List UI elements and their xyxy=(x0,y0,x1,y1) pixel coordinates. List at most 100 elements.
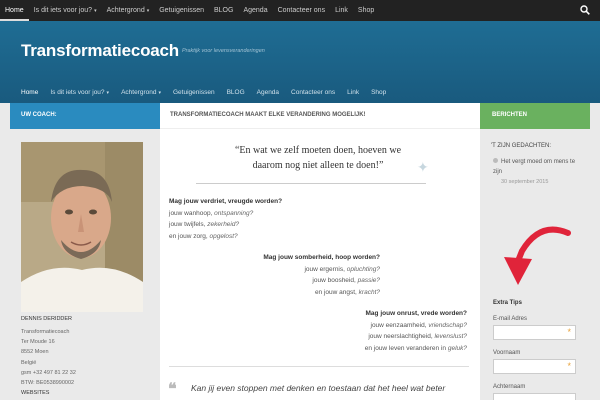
topnav-contacteer-ons[interactable]: Contacteer ons xyxy=(273,0,330,21)
verse-text: jouw twijfels, xyxy=(169,221,208,229)
mainnav-label: Achtergrond xyxy=(121,88,157,96)
verse-line: jouw neerslachtigheid, levenslust? xyxy=(310,331,467,343)
verse-emphasis: ontspanning? xyxy=(214,209,254,217)
mainnav-blog[interactable]: BLOG xyxy=(221,89,251,96)
verse-line: en jouw zorg, opgelost? xyxy=(169,231,282,243)
email-label: E-mail Adres xyxy=(493,316,528,322)
bottom-quote: Kan jij even stoppen met denken en toest… xyxy=(191,383,446,393)
verse-block-2: Mag jouw somberheid, hoop worden? jouw e… xyxy=(255,252,380,298)
required-asterisk-icon: * xyxy=(567,361,571,371)
required-asterisk-icon: * xyxy=(567,327,571,337)
extra-tips-heading: Extra Tips xyxy=(493,300,522,306)
intro-quote: “En wat we zelf moeten doen, hoeven we d… xyxy=(218,143,418,173)
sidebar-heading-coach: UW COACH: xyxy=(10,103,160,129)
verse-emphasis: zekerheid? xyxy=(207,221,240,229)
mainnav-agenda[interactable]: Agenda xyxy=(251,89,285,96)
intro-quote-line-1: “En wat we zelf moeten doen, hoeven we xyxy=(234,145,402,156)
verse-question: Mag jouw verdriet, vreugde worden? xyxy=(169,198,283,205)
verse-line: jouw boosheid, passie? xyxy=(255,275,380,287)
verse-line: jouw twijfels, zekerheid? xyxy=(169,219,282,231)
topnav-shop[interactable]: Shop xyxy=(353,0,379,21)
lastname-field[interactable] xyxy=(493,393,576,400)
recent-post-link[interactable]: Het vergt moed om mens te zijn xyxy=(493,157,583,177)
verse-text: en jouw zorg, xyxy=(169,232,210,240)
topnav-label: Is dit iets voor jou? xyxy=(33,7,93,14)
top-navigation-bar: Home Is dit iets voor jou? ▾ Achtergrond ▾… xyxy=(0,0,600,21)
sidebar-heading-berichten: BERICHTEN xyxy=(480,103,590,129)
verse-line: en jouw angst, kracht? xyxy=(255,287,380,299)
mainnav-label: Is dit iets voor jou? xyxy=(50,88,105,96)
divider xyxy=(196,183,426,184)
main-content: TRANSFORMATIECOACH MAAKT ELKE VERANDERIN… xyxy=(160,103,480,400)
coach-photo xyxy=(21,142,143,312)
mainnav-home[interactable]: Home xyxy=(15,89,44,96)
main-heading: TRANSFORMATIECOACH MAAKT ELKE VERANDERIN… xyxy=(160,103,480,129)
thoughts-title: 'T ZIJN GEDACHTEN: xyxy=(491,143,552,149)
verse-text: jouw neerslachtigheid, xyxy=(368,333,435,341)
coach-info-line: Transformatiecoach xyxy=(21,329,70,335)
recent-post: Het vergt moed om mens te zijn 30 septem… xyxy=(493,157,583,187)
mainnav-link[interactable]: Link xyxy=(341,89,365,96)
site-tagline: Praktijk voor levensveranderingen xyxy=(182,48,265,54)
topnav-label: Achtergrond xyxy=(106,7,145,14)
verse-text: jouw eenzaamheid, xyxy=(370,321,429,329)
chevron-down-icon: ▾ xyxy=(106,89,110,96)
topnav-is-dit-iets-voor-jou[interactable]: Is dit iets voor jou? ▾ xyxy=(29,0,102,21)
verse-text: jouw wanhoop, xyxy=(169,209,215,217)
mainnav-getuigenissen[interactable]: Getuigenissen xyxy=(167,89,221,96)
right-sidebar: BERICHTEN 'T ZIJN GEDACHTEN: Het vergt m… xyxy=(480,103,590,400)
topnav-agenda[interactable]: Agenda xyxy=(238,0,272,21)
main-navigation: Home Is dit iets voor jou? ▾ Achtergrond ▾… xyxy=(15,83,392,101)
mainnav-achtergrond[interactable]: Achtergrond ▾ xyxy=(115,89,167,96)
mainnav-shop[interactable]: Shop xyxy=(365,89,392,96)
verse-emphasis: kracht? xyxy=(358,288,380,296)
intro-quote-line-2: daarom nog niet alleen te doen!” xyxy=(252,160,384,171)
verse-line: en jouw leven veranderen in geluk? xyxy=(310,343,467,355)
recent-post-title: Het vergt moed om mens te zijn xyxy=(493,159,576,175)
verse-line: jouw ergernis, opluchting? xyxy=(255,264,380,276)
coach-info-line: België xyxy=(21,359,37,366)
divider xyxy=(169,366,469,367)
curved-arrow-icon xyxy=(504,226,571,285)
verse-question: Mag jouw somberheid, hoop worden? xyxy=(263,254,380,261)
chevron-down-icon: ▾ xyxy=(94,8,97,14)
coach-info-line: BTW: BE0538990002 xyxy=(21,380,75,387)
topnav-achtergrond[interactable]: Achtergrond ▾ xyxy=(102,0,155,21)
topnav-home[interactable]: Home xyxy=(0,0,29,21)
verse-block-1: Mag jouw verdriet, vreugde worden? jouw … xyxy=(169,196,282,242)
search-icon[interactable] xyxy=(580,5,590,15)
topnav-link[interactable]: Link xyxy=(330,0,353,21)
verse-line: jouw eenzaamheid, vriendschap? xyxy=(310,320,468,332)
topnav-getuigenissen[interactable]: Getuigenissen xyxy=(154,0,209,21)
quote-mark-icon: ❝ xyxy=(168,381,177,398)
coach-name: DENNIS DERIDDER xyxy=(21,316,73,322)
bullet-icon xyxy=(493,158,498,163)
coach-contact-info: Transformatiecoach Ter Moude 16 8552 Moe… xyxy=(21,327,76,388)
coach-info-line: Ter Moude 16 xyxy=(21,339,55,346)
verse-block-3: Mag jouw onrust, vrede worden? jouw eenz… xyxy=(310,308,467,354)
lastname-label: Achternaam xyxy=(493,384,526,390)
verse-emphasis: opluchting? xyxy=(346,265,380,273)
topnav-blog[interactable]: BLOG xyxy=(209,0,238,21)
mainnav-is-dit-iets-voor-jou[interactable]: Is dit iets voor jou? ▾ xyxy=(44,89,115,96)
verse-emphasis: vriendschap? xyxy=(428,321,467,329)
recent-post-date: 30 september 2015 xyxy=(501,179,549,185)
verse-question: Mag jouw onrust, vrede worden? xyxy=(365,310,467,317)
verse-emphasis: levenslust? xyxy=(434,333,467,341)
verse-emphasis: geluk? xyxy=(447,344,467,352)
firstname-field[interactable]: * xyxy=(493,359,576,374)
mainnav-contacteer-ons[interactable]: Contacteer ons xyxy=(285,89,341,96)
site-header: Transformatiecoach Praktijk voor levensv… xyxy=(0,21,600,103)
verse-line: jouw wanhoop, ontspanning? xyxy=(169,208,282,220)
email-field[interactable]: * xyxy=(493,325,576,340)
verse-text: jouw ergernis, xyxy=(304,265,347,273)
firstname-label: Voornaam xyxy=(493,350,521,356)
verse-text: jouw boosheid, xyxy=(312,277,358,285)
verse-emphasis: passie? xyxy=(357,277,380,285)
websites-heading: WEBSITES xyxy=(21,390,50,396)
verse-emphasis: opgelost? xyxy=(209,232,238,240)
coach-info-line: 8552 Moen xyxy=(21,349,49,356)
site-title[interactable]: Transformatiecoach xyxy=(21,41,179,61)
coach-info-line: gsm +32 497 81 22 32 xyxy=(21,369,76,376)
chevron-down-icon: ▾ xyxy=(158,89,161,96)
